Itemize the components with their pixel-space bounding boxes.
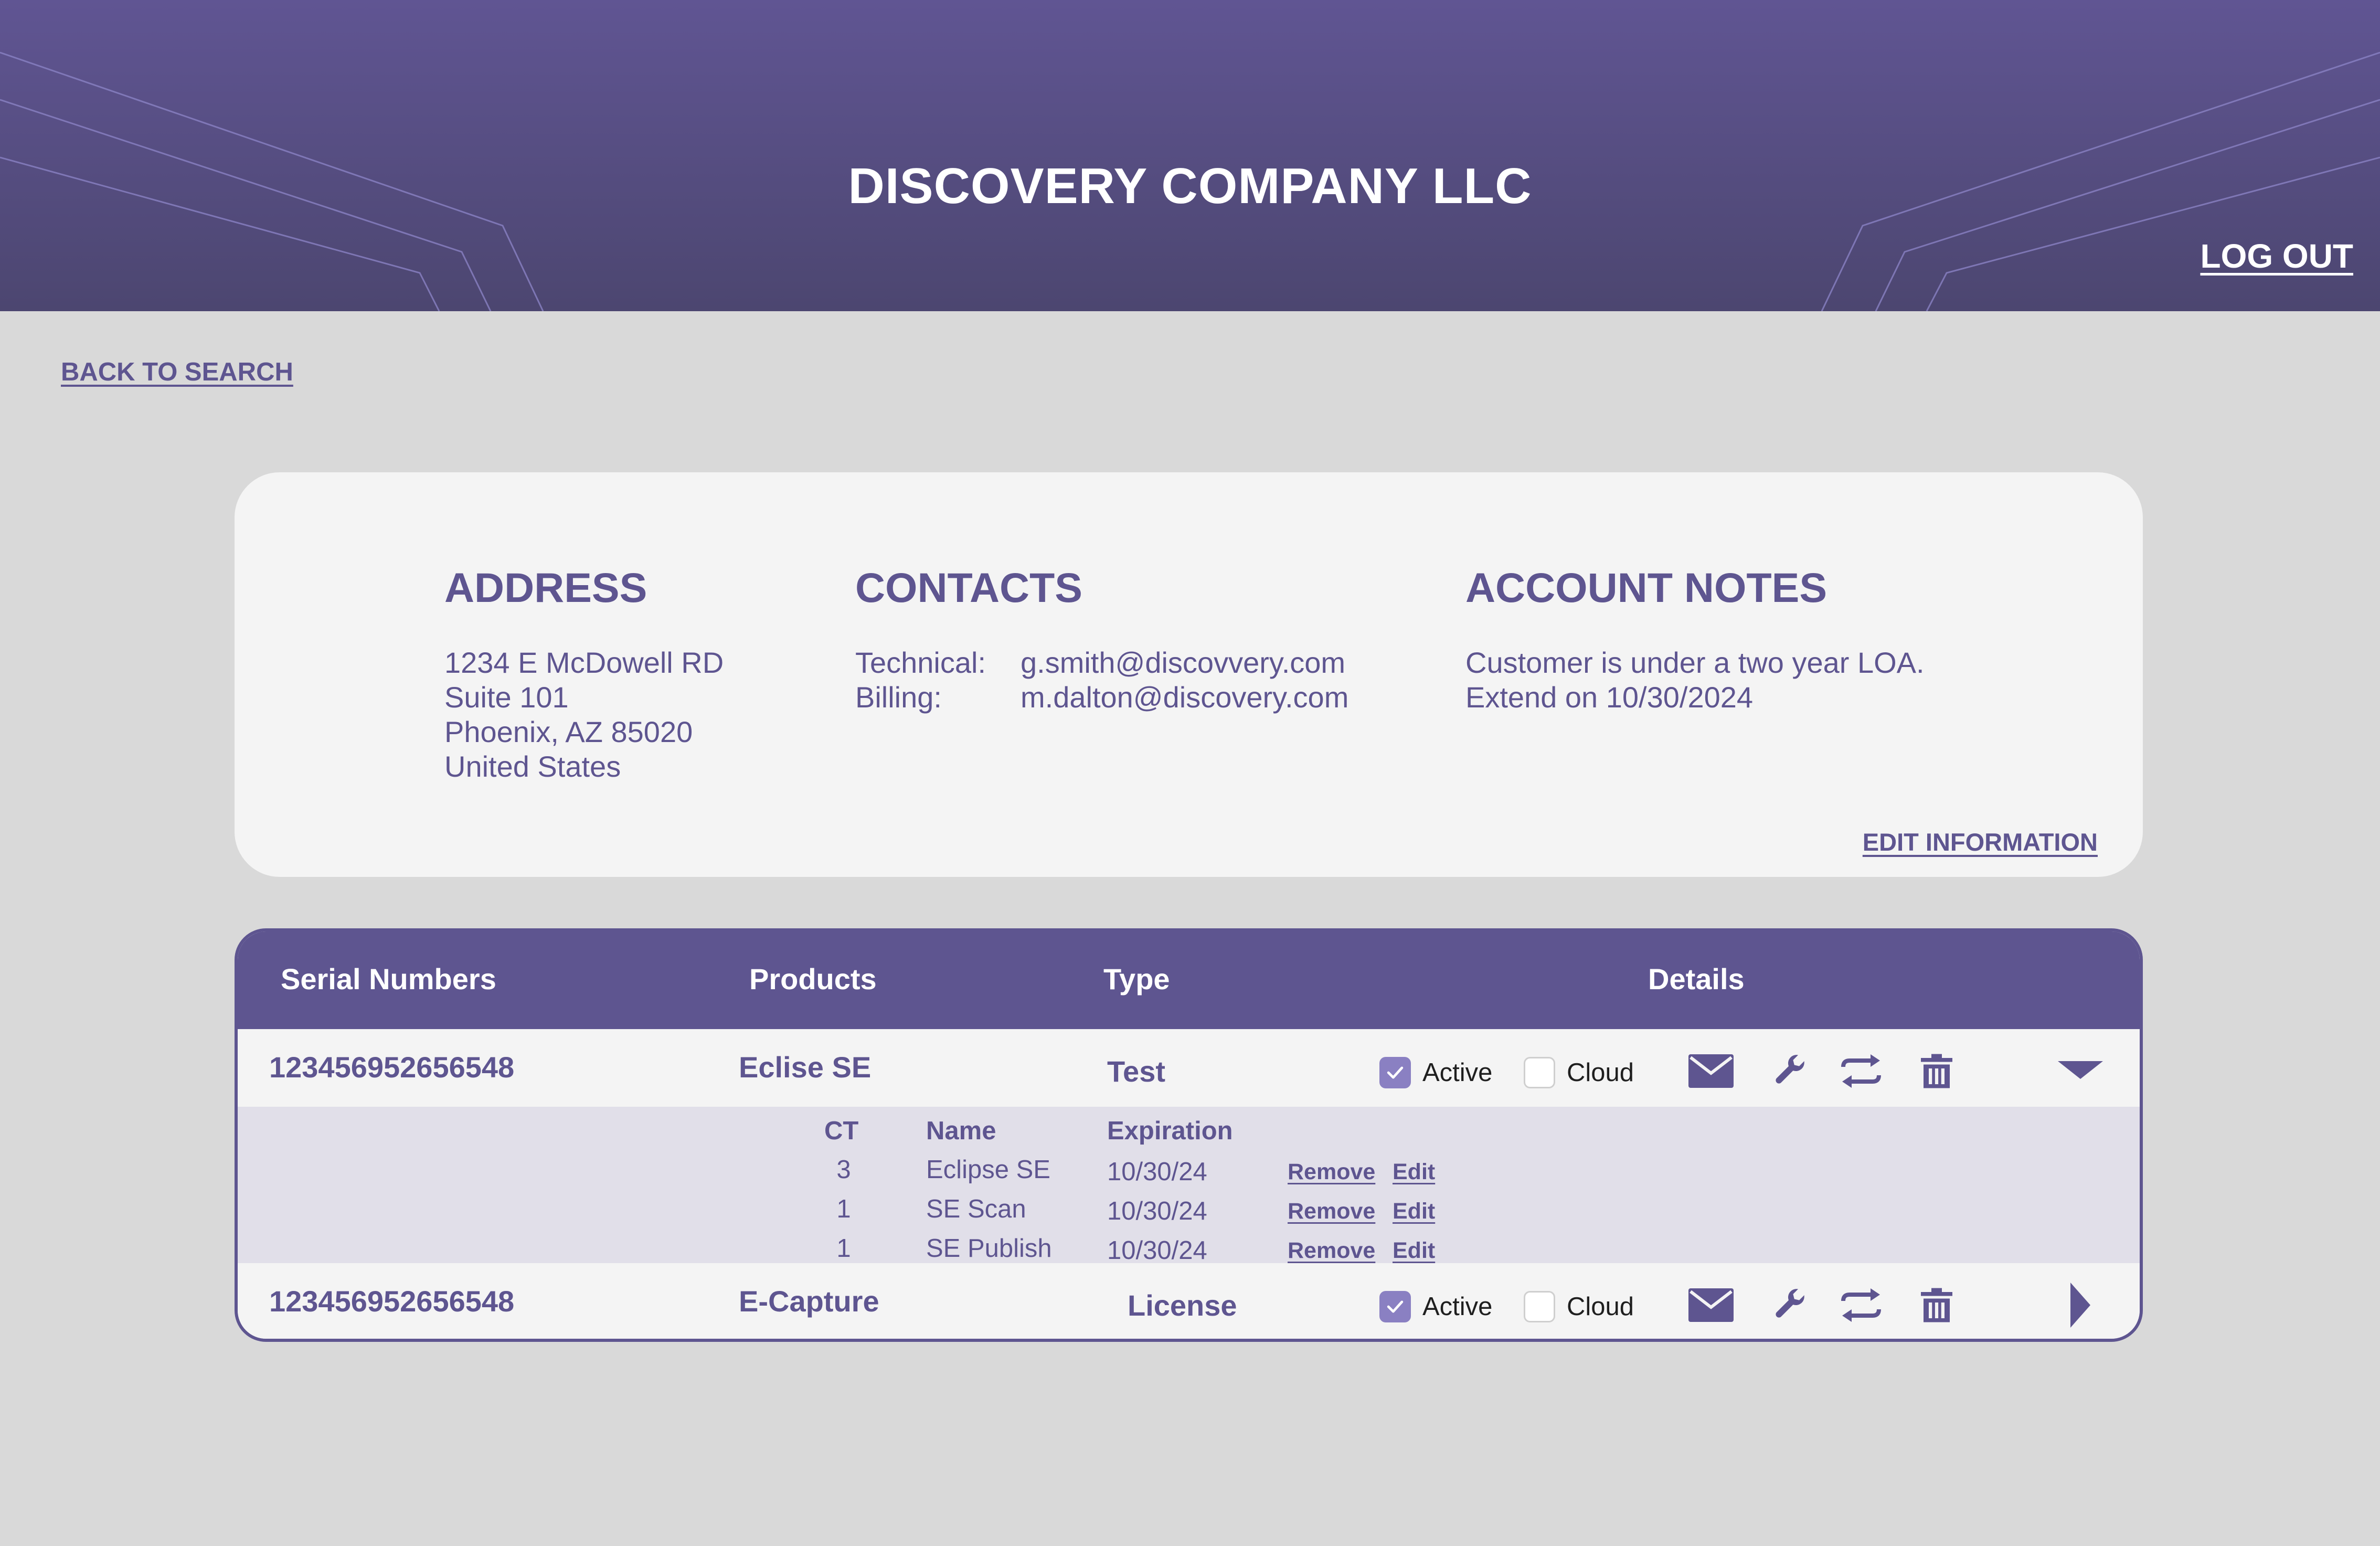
contact-email: m.dalton@discovery.com [1021,681,1349,714]
license-name: Eclipse SE [926,1156,1050,1184]
note-line: Extend on 10/30/2024 [1465,681,1754,714]
subtable-row: 3 Eclipse SE 10/30/24 Remove Edit [238,1154,2140,1193]
header-type: Type [1103,962,1170,996]
license-expiration: 10/30/24 [1107,1197,1207,1225]
contact-role: Billing: [855,681,942,714]
address-line: Suite 101 [444,681,569,714]
account-notes-section: ACCOUNT NOTES Customer is under a two ye… [1465,562,1925,715]
remove-link[interactable]: Remove [1288,1157,1375,1187]
license-expiration: 10/30/24 [1107,1236,1207,1265]
cloud-checkbox[interactable]: Cloud [1524,1291,1634,1322]
active-checkbox[interactable]: Active [1379,1057,1492,1088]
serial-number: 123456952656548 [269,1051,515,1084]
contact-row-technical: Technical: g.smith@discovvery.com [855,645,1348,680]
mail-icon[interactable] [1685,1284,1737,1326]
address-line: 1234 E McDowell RD [444,646,724,679]
trash-icon[interactable] [1910,1284,1963,1326]
header-products: Products [749,962,877,996]
transfer-icon[interactable] [1835,1050,1887,1092]
subtable-header-name: Name [926,1117,996,1145]
active-label: Active [1422,1293,1493,1321]
back-to-search-link[interactable]: BACK TO SEARCH [61,355,293,389]
license-count: 1 [836,1234,851,1263]
note-line: Customer is under a two year LOA. [1465,646,1925,679]
subtable-header-ct: CT [824,1117,859,1145]
checkmark-icon [1387,1300,1404,1313]
header-details: Details [1648,962,1745,996]
contact-row-billing: Billing: m.dalton@discovery.com [855,680,1348,715]
account-info-card: ADDRESS 1234 E McDowell RD Suite 101 Pho… [235,472,2143,877]
address-line: Phoenix, AZ 85020 [444,715,693,748]
subtable-header-expiration: Expiration [1107,1117,1233,1145]
contact-email: g.smith@discovvery.com [1021,646,1346,679]
table-row: 123456952656548 E-Capture License Active… [238,1263,2140,1339]
product-name: Eclise SE [739,1051,872,1084]
table-row: 123456952656548 Eclise SE Test Active Cl… [238,1029,2140,1107]
address-heading: ADDRESS [444,564,647,611]
contacts-heading: CONTACTS [855,564,1082,611]
license-name: SE Publish [926,1234,1052,1263]
contact-role: Technical: [855,646,986,679]
address-body: 1234 E McDowell RD Suite 101 Phoenix, AZ… [444,645,724,784]
edit-information-link[interactable]: EDIT INFORMATION [1863,827,2098,858]
edit-link[interactable]: Edit [1393,1196,1435,1226]
address-line: United States [444,750,621,783]
license-count: 3 [836,1156,851,1184]
table-header: Serial Numbers Products Type Details [238,931,2140,1029]
checkbox-unchecked[interactable] [1524,1291,1555,1322]
remove-link[interactable]: Remove [1288,1236,1375,1265]
serial-numbers-table: Serial Numbers Products Type Details 123… [235,928,2143,1342]
license-name: SE Scan [926,1195,1026,1223]
company-title: DISCOVERY COMPANY LLC [848,158,1532,214]
product-name: E-Capture [739,1285,879,1318]
product-type: Test [1107,1055,1165,1088]
header-serial-numbers: Serial Numbers [281,962,496,996]
checkbox-unchecked[interactable] [1524,1057,1555,1088]
trash-icon[interactable] [1910,1050,1963,1092]
decorative-lines [0,51,2380,311]
transfer-icon[interactable] [1835,1284,1887,1326]
subtable-row: 1 SE Scan 10/30/24 Remove Edit [238,1193,2140,1233]
wrench-icon[interactable] [1763,1284,1816,1326]
checkbox-checked[interactable] [1379,1057,1411,1088]
wrench-icon[interactable] [1763,1050,1816,1092]
checkmark-icon [1387,1066,1404,1079]
app-root: DISCOVERY COMPANY LLC LOG OUT BACK TO SE… [0,0,2380,1546]
contacts-body: Technical: g.smith@discovvery.com Billin… [855,645,1348,715]
edit-link[interactable]: Edit [1393,1157,1435,1187]
account-notes-body: Customer is under a two year LOA. Extend… [1465,645,1925,715]
remove-link[interactable]: Remove [1288,1196,1375,1226]
cloud-checkbox[interactable]: Cloud [1524,1057,1634,1088]
checkbox-checked[interactable] [1379,1291,1411,1322]
logout-link[interactable]: LOG OUT [2200,235,2353,277]
active-checkbox[interactable]: Active [1379,1291,1492,1322]
license-subtable: CT Name Expiration 3 Eclipse SE 10/30/24… [238,1107,2140,1265]
account-notes-heading: ACCOUNT NOTES [1465,564,1828,611]
license-count: 1 [836,1195,851,1223]
cloud-label: Cloud [1567,1293,1634,1321]
collapse-triangle-icon[interactable] [2054,1050,2107,1092]
active-label: Active [1422,1058,1493,1087]
mail-icon[interactable] [1685,1050,1737,1092]
contacts-section: CONTACTS Technical: g.smith@discovvery.c… [855,562,1348,715]
product-type: License [1128,1289,1237,1322]
serial-number: 123456952656548 [269,1285,515,1318]
license-expiration: 10/30/24 [1107,1158,1207,1186]
address-section: ADDRESS 1234 E McDowell RD Suite 101 Pho… [444,562,724,784]
top-banner: DISCOVERY COMPANY LLC LOG OUT [0,0,2380,311]
expand-triangle-icon[interactable] [2054,1283,2107,1328]
cloud-label: Cloud [1567,1058,1634,1087]
edit-link[interactable]: Edit [1393,1236,1435,1265]
